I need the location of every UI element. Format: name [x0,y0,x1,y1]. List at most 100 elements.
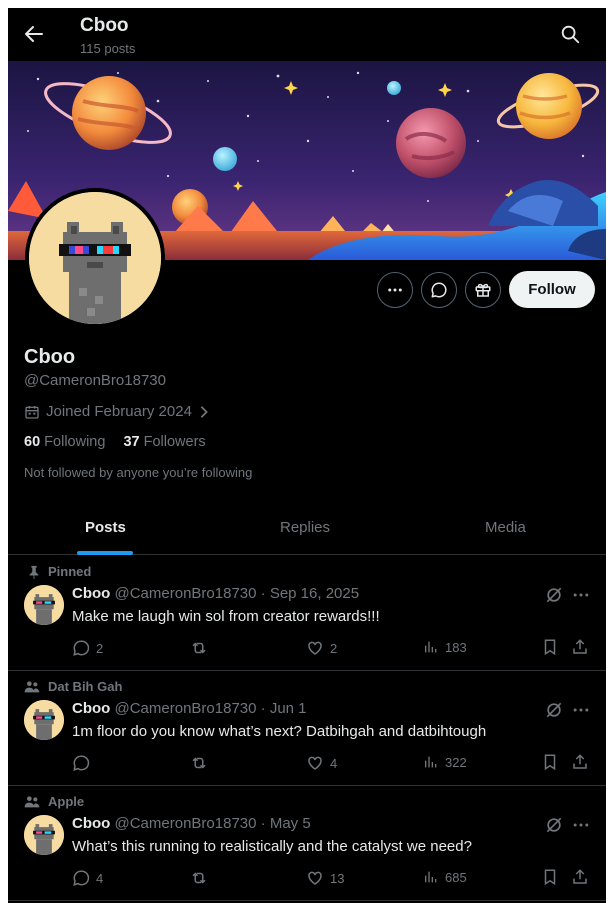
post-context: Pinned [29,564,92,579]
reply-icon [73,755,90,771]
community-icon [24,795,40,807]
bookmark-icon[interactable] [541,868,559,886]
search-icon[interactable] [559,23,581,45]
views-button[interactable]: 183 [423,639,467,655]
chevron-right-icon [200,405,208,418]
following-label: Following [44,434,106,450]
followers-link[interactable]: 37 Followers [123,434,205,450]
post-item[interactable]: Apple Cboo @CameronBro18730 · May 5 What… [8,786,606,901]
repost-button[interactable] [189,639,215,657]
post-text: What’s this running to realistically and… [72,838,472,855]
top-bar: Cboo 115 posts [8,8,606,61]
view-count: 183 [445,639,467,655]
like-count: 13 [330,870,345,886]
message-button[interactable] [421,272,457,308]
repost-icon [192,757,206,769]
reply-count: 4 [96,870,104,886]
post-date[interactable]: · Jun 1 [261,700,307,717]
views-button[interactable]: 322 [423,754,467,770]
community-icon [24,680,40,692]
share-icon[interactable] [571,868,589,886]
followers-label: Followers [143,434,206,450]
pixel-cat-avatar-image [24,585,64,625]
bookmark-icon[interactable] [541,753,559,771]
view-count: 322 [445,754,467,770]
post-header: Cboo @CameronBro18730 · Sep 16, 2025 [72,585,359,602]
joined-label: Joined February 2024 [46,403,192,420]
profile-tabs: Posts Replies Media [8,505,606,555]
joined-date[interactable]: Joined February 2024 [24,403,210,420]
heart-icon [308,756,322,770]
repost-icon [192,872,206,884]
reply-count: 2 [96,640,104,656]
views-button[interactable]: 685 [423,869,467,885]
more-options-button[interactable] [377,272,413,308]
active-tab-indicator [77,551,133,555]
gift-button[interactable] [465,272,501,308]
post-item[interactable]: Dat Bih Gah Cboo @CameronBro18730 · Jun … [8,671,606,786]
analytics-icon [425,871,437,883]
like-button[interactable]: 4 [306,754,337,772]
post-date[interactable]: · May 5 [261,815,311,832]
pixel-cat-avatar-image [24,700,64,740]
follow-stats: 60 Following 37 Followers [24,434,206,450]
post-author-name[interactable]: Cboo [72,815,110,832]
post-header: Cboo @CameronBro18730 · May 5 [72,815,311,832]
reply-button[interactable]: 2 [72,639,103,657]
post-context: Dat Bih Gah [24,679,123,694]
post-avatar[interactable] [24,815,64,855]
post-item[interactable]: Pinned Cboo @CameronBro18730 · Sep 16, 2… [8,556,606,671]
calendar-icon [25,405,39,419]
profile-avatar[interactable] [25,188,165,328]
follow-button[interactable]: Follow [509,271,595,308]
repost-button[interactable] [189,869,215,887]
tab-replies[interactable]: Replies [280,519,330,536]
heart-icon [308,871,322,885]
post-author-handle[interactable]: @CameronBro18730 [115,585,257,602]
like-count: 2 [330,640,338,656]
tab-posts[interactable]: Posts [85,519,126,536]
pin-icon [29,565,39,579]
profile-handle: @CameronBro18730 [24,372,166,389]
post-author-handle[interactable]: @CameronBro18730 [115,700,257,717]
ellipsis-icon [388,288,402,292]
following-count: 60 [24,434,41,450]
post-more-icon[interactable] [571,815,591,835]
post-more-icon[interactable] [571,585,591,605]
share-icon[interactable] [571,638,589,656]
not-followed-notice: Not followed by anyone you’re following [24,465,253,480]
view-count: 685 [445,869,467,885]
chat-bubble-icon [431,282,447,298]
like-button[interactable]: 13 [306,869,344,887]
post-avatar[interactable] [24,700,64,740]
post-author-name[interactable]: Cboo [72,700,110,717]
post-context-label: Pinned [48,564,92,579]
repost-button[interactable] [189,754,215,772]
heart-icon [308,641,322,655]
analytics-icon [425,756,437,768]
post-author-name[interactable]: Cboo [72,585,110,602]
post-author-handle[interactable]: @CameronBro18730 [115,815,257,832]
following-link[interactable]: 60 Following [24,434,105,450]
like-button[interactable]: 2 [306,639,337,657]
post-avatar[interactable] [24,585,64,625]
bookmark-icon[interactable] [541,638,559,656]
share-icon[interactable] [571,753,589,771]
grok-icon[interactable] [544,700,564,720]
grok-icon[interactable] [544,815,564,835]
tab-media[interactable]: Media [485,519,526,536]
post-date[interactable]: · Sep 16, 2025 [261,585,359,602]
post-context: Apple [24,794,84,809]
gift-icon [475,283,491,297]
back-arrow-icon[interactable] [22,22,46,46]
reply-button[interactable]: 4 [72,869,103,887]
grok-icon[interactable] [544,585,564,605]
post-text: 1m floor do you know what’s next? Datbih… [72,723,487,740]
post-more-icon[interactable] [571,700,591,720]
post-text: Make me laugh win sol from creator rewar… [72,608,380,625]
post-context-label: Dat Bih Gah [48,679,123,694]
profile-page: Cboo 115 posts Follow Cboo @CameronBro18… [8,8,606,903]
reply-icon [73,870,90,886]
reply-button[interactable] [72,754,96,772]
page-title: Cboo [80,15,129,36]
